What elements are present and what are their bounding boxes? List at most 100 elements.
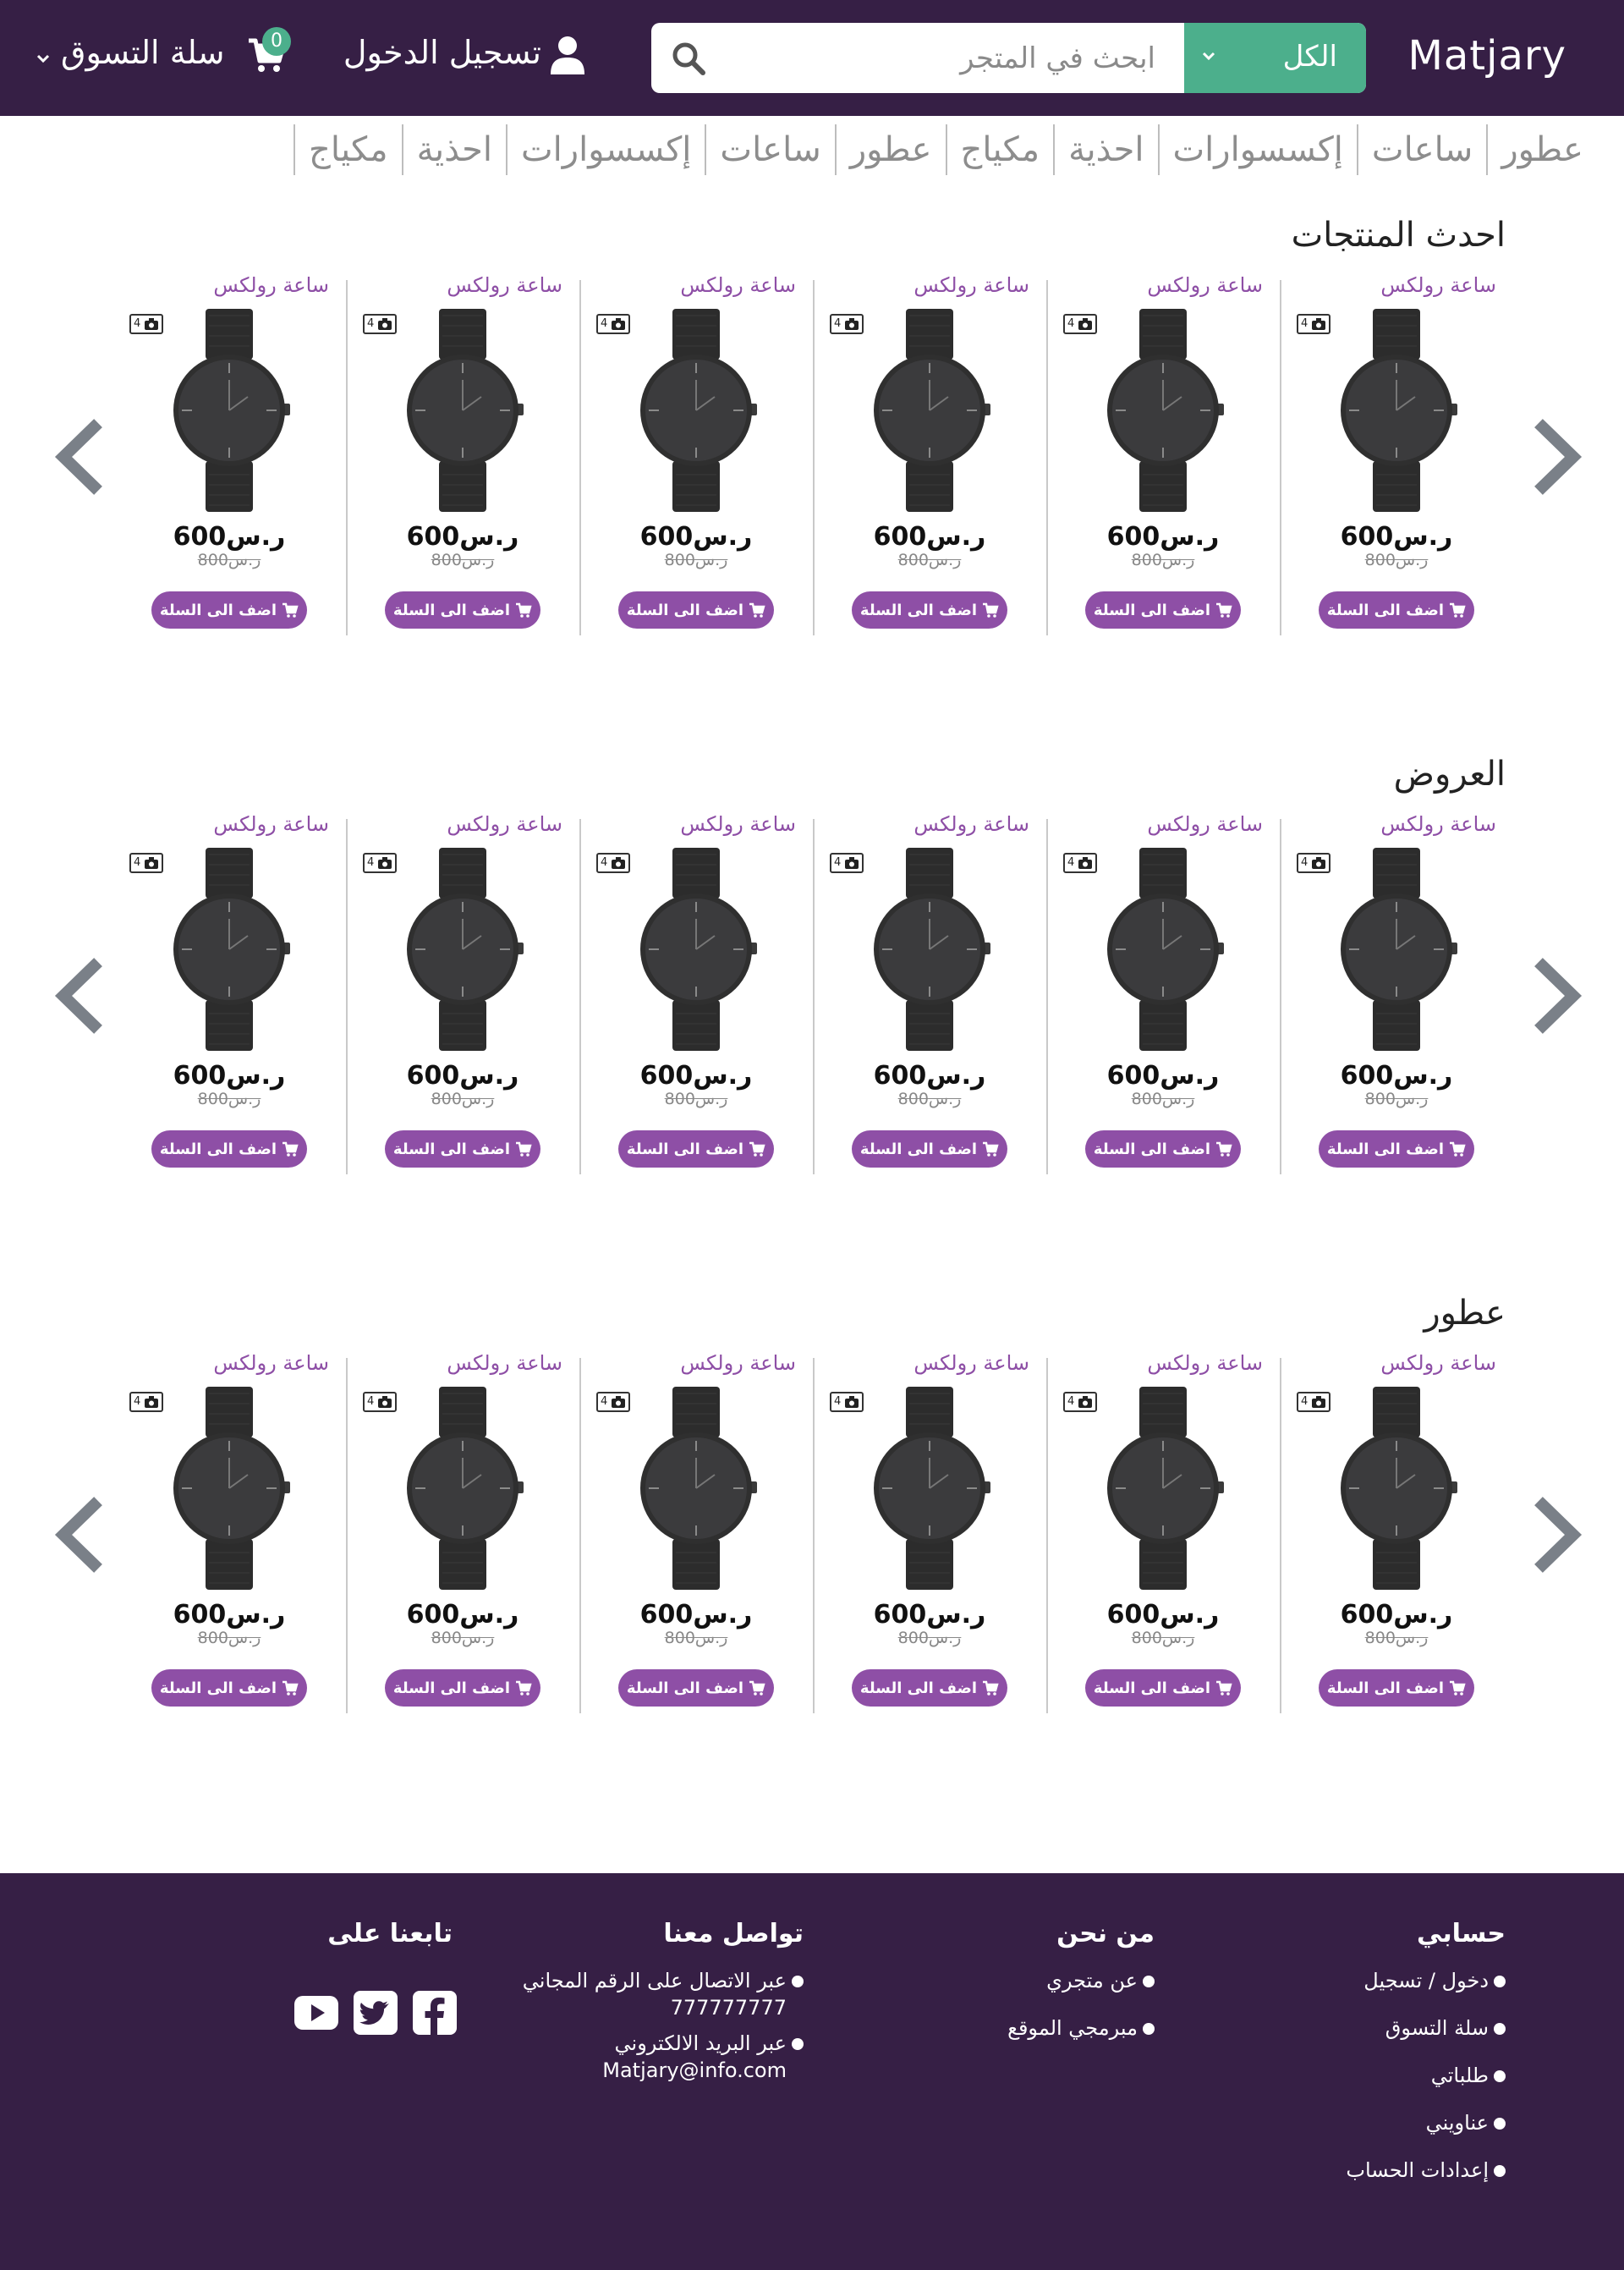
- product-name[interactable]: ساعة رولكس: [1147, 812, 1263, 836]
- product-card[interactable]: ساعة رولكس 4 600ر.س 800ر.س اضف الى السلة: [346, 273, 579, 640]
- product-name[interactable]: ساعة رولكس: [1380, 812, 1496, 836]
- product-image[interactable]: [864, 848, 996, 1051]
- product-image[interactable]: [397, 1387, 529, 1590]
- product-card[interactable]: ساعة رولكس 4 600ر.س 800ر.س اضف الى السلة: [813, 812, 1046, 1179]
- nav-category-item[interactable]: مكياج: [294, 124, 402, 175]
- cart-dropdown[interactable]: سلة التسوق 0: [34, 27, 296, 85]
- product-image[interactable]: [163, 1387, 295, 1590]
- product-card[interactable]: ساعة رولكس 4 600ر.س 800ر.س اضف الى السلة: [346, 1351, 579, 1718]
- product-card[interactable]: ساعة رولكس 4 600ر.س 800ر.س اضف الى السلة: [112, 812, 346, 1179]
- add-to-cart-button[interactable]: اضف الى السلة: [1085, 591, 1241, 629]
- product-name[interactable]: ساعة رولكس: [680, 273, 796, 297]
- nav-category-item[interactable]: احذية: [1053, 124, 1157, 175]
- add-to-cart-button[interactable]: اضف الى السلة: [1085, 1130, 1241, 1168]
- product-image[interactable]: [1330, 1387, 1462, 1590]
- product-card[interactable]: ساعة رولكس 4 600ر.س 800ر.س اضف الى السلة: [1280, 812, 1513, 1179]
- nav-category-item[interactable]: إكسسوارات: [1157, 124, 1357, 175]
- product-card[interactable]: ساعة رولكس 4 600ر.س 800ر.س اضف الى السلة: [1046, 273, 1280, 640]
- footer-about-link[interactable]: مبرمجي الموقع: [1007, 2014, 1155, 2042]
- product-card[interactable]: ساعة رولكس 4 600ر.س 800ر.س اضف الى السلة: [112, 273, 346, 640]
- product-image[interactable]: [1330, 848, 1462, 1051]
- product-image[interactable]: [1097, 848, 1229, 1051]
- nav-category-item[interactable]: مكياج: [945, 124, 1054, 175]
- product-card[interactable]: ساعة رولكس 4 600ر.س 800ر.س اضف الى السلة: [346, 812, 579, 1179]
- footer-about-link[interactable]: عن متجري: [1007, 1967, 1155, 1994]
- add-to-cart-button[interactable]: اضف الى السلة: [1085, 1669, 1241, 1707]
- add-to-cart-button[interactable]: اضف الى السلة: [618, 1669, 774, 1707]
- product-card[interactable]: ساعة رولكس 4 600ر.س 800ر.س اضف الى السلة: [112, 1351, 346, 1718]
- product-name[interactable]: ساعة رولكس: [213, 273, 329, 297]
- youtube-icon[interactable]: [293, 1989, 340, 2036]
- footer-account-link[interactable]: دخول / تسجيل: [1346, 1967, 1506, 1994]
- footer-account-link[interactable]: إعدادات الحساب: [1346, 2157, 1506, 2184]
- product-card[interactable]: ساعة رولكس 4 600ر.س 800ر.س اضف الى السلة: [1046, 812, 1280, 1179]
- add-to-cart-button[interactable]: اضف الى السلة: [385, 591, 540, 629]
- product-card[interactable]: ساعة رولكس 4 600ر.س 800ر.س اضف الى السلة: [1280, 1351, 1513, 1718]
- nav-category-item[interactable]: إكسسوارات: [506, 124, 705, 175]
- product-card[interactable]: ساعة رولكس 4 600ر.س 800ر.س اضف الى السلة: [1280, 273, 1513, 640]
- product-name[interactable]: ساعة رولكس: [213, 1351, 329, 1375]
- product-name[interactable]: ساعة رولكس: [1380, 1351, 1496, 1375]
- product-image[interactable]: [630, 309, 762, 512]
- facebook-icon[interactable]: [411, 1989, 458, 2036]
- search-category-select[interactable]: الكل: [1184, 23, 1366, 93]
- add-to-cart-button[interactable]: اضف الى السلة: [852, 1669, 1007, 1707]
- add-to-cart-button[interactable]: اضف الى السلة: [618, 1130, 774, 1168]
- add-to-cart-button[interactable]: اضف الى السلة: [1319, 1130, 1474, 1168]
- footer-account-link[interactable]: طلباتي: [1346, 2062, 1506, 2089]
- footer-account-link[interactable]: سلة التسوق: [1346, 2014, 1506, 2042]
- nav-category-item[interactable]: ساعات: [1356, 124, 1486, 175]
- product-card[interactable]: ساعة رولكس 4 600ر.س 800ر.س اضف الى السلة: [813, 1351, 1046, 1718]
- product-name[interactable]: ساعة رولكس: [914, 812, 1029, 836]
- product-card[interactable]: ساعة رولكس 4 600ر.س 800ر.س اضف الى السلة: [579, 273, 813, 640]
- add-to-cart-button[interactable]: اضف الى السلة: [1319, 591, 1474, 629]
- product-image[interactable]: [864, 1387, 996, 1590]
- product-image[interactable]: [1330, 309, 1462, 512]
- product-name[interactable]: ساعة رولكس: [1147, 273, 1263, 297]
- search-icon[interactable]: [668, 38, 710, 80]
- add-to-cart-button[interactable]: اضف الى السلة: [151, 591, 307, 629]
- add-to-cart-button[interactable]: اضف الى السلة: [151, 1130, 307, 1168]
- product-image[interactable]: [163, 848, 295, 1051]
- product-image[interactable]: [630, 1387, 762, 1590]
- product-image[interactable]: [1097, 309, 1229, 512]
- add-to-cart-button[interactable]: اضف الى السلة: [385, 1130, 540, 1168]
- product-image[interactable]: [864, 309, 996, 512]
- add-to-cart-button[interactable]: اضف الى السلة: [618, 591, 774, 629]
- product-card[interactable]: ساعة رولكس 4 600ر.س 800ر.س اضف الى السلة: [579, 812, 813, 1179]
- chevron-right-icon[interactable]: [1531, 1497, 1590, 1573]
- chevron-right-icon[interactable]: [1531, 419, 1590, 495]
- site-logo[interactable]: Matjary: [1407, 32, 1566, 80]
- add-to-cart-button[interactable]: اضف الى السلة: [385, 1669, 540, 1707]
- product-name[interactable]: ساعة رولكس: [447, 1351, 562, 1375]
- footer-contact-phone[interactable]: عبر الاتصال على الرقم المجاني 777777777: [516, 1967, 804, 2021]
- add-to-cart-button[interactable]: اضف الى السلة: [151, 1669, 307, 1707]
- nav-category-item[interactable]: عطور: [834, 124, 946, 175]
- footer-contact-email[interactable]: عبر البريد الالكتروني Matjary@info.com: [516, 2030, 804, 2084]
- product-image[interactable]: [630, 848, 762, 1051]
- login-link[interactable]: تسجيل الدخول: [330, 30, 592, 85]
- product-card[interactable]: ساعة رولكس 4 600ر.س 800ر.س اضف الى السلة: [579, 1351, 813, 1718]
- product-card[interactable]: ساعة رولكس 4 600ر.س 800ر.س اضف الى السلة: [813, 273, 1046, 640]
- product-name[interactable]: ساعة رولكس: [680, 1351, 796, 1375]
- product-image[interactable]: [397, 848, 529, 1051]
- product-image[interactable]: [397, 309, 529, 512]
- nav-category-item[interactable]: ساعات: [705, 124, 834, 175]
- footer-account-link[interactable]: عناويني: [1346, 2109, 1506, 2136]
- nav-category-item[interactable]: عطور: [1486, 124, 1597, 175]
- product-image[interactable]: [163, 309, 295, 512]
- nav-category-item[interactable]: احذية: [401, 124, 506, 175]
- add-to-cart-button[interactable]: اضف الى السلة: [852, 1130, 1007, 1168]
- product-name[interactable]: ساعة رولكس: [1147, 1351, 1263, 1375]
- product-name[interactable]: ساعة رولكس: [1380, 273, 1496, 297]
- product-name[interactable]: ساعة رولكس: [447, 812, 562, 836]
- product-name[interactable]: ساعة رولكس: [914, 273, 1029, 297]
- chevron-right-icon[interactable]: [1531, 958, 1590, 1034]
- chevron-left-icon[interactable]: [47, 419, 106, 495]
- product-name[interactable]: ساعة رولكس: [914, 1351, 1029, 1375]
- search-input[interactable]: [727, 23, 1176, 93]
- add-to-cart-button[interactable]: اضف الى السلة: [852, 591, 1007, 629]
- product-card[interactable]: ساعة رولكس 4 600ر.س 800ر.س اضف الى السلة: [1046, 1351, 1280, 1718]
- product-name[interactable]: ساعة رولكس: [447, 273, 562, 297]
- product-name[interactable]: ساعة رولكس: [213, 812, 329, 836]
